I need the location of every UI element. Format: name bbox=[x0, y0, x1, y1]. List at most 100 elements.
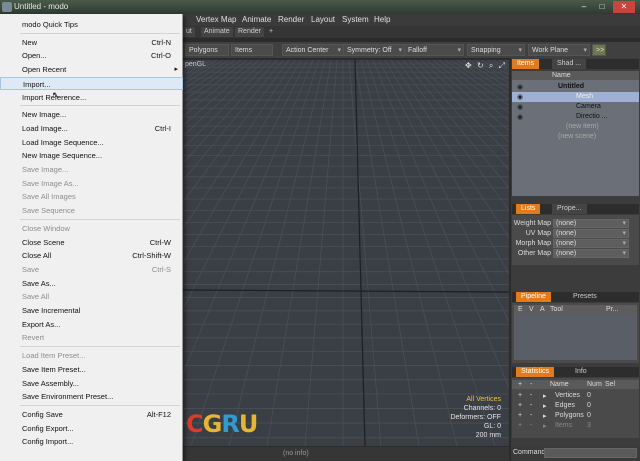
tab-info[interactable]: Info bbox=[570, 367, 592, 377]
minimize-button[interactable]: – bbox=[576, 1, 592, 13]
stat-row[interactable]: + - ▸ Vertices 0 bbox=[512, 391, 639, 400]
menu-render[interactable]: Render bbox=[278, 15, 304, 24]
new-item-row[interactable]: (new item) bbox=[512, 122, 639, 132]
menu-item-config-import[interactable]: Config Import... bbox=[0, 435, 183, 448]
more-button[interactable]: >> bbox=[592, 44, 606, 56]
menu-item-close-scene[interactable]: Close Scene Ctrl-W bbox=[0, 236, 183, 249]
menu-item-load-image[interactable]: Load Image... Ctrl-I bbox=[0, 122, 183, 135]
symmetry-dropdown[interactable]: Symmetry: Off bbox=[343, 44, 405, 57]
viewport-grid bbox=[183, 60, 509, 446]
menu-item-save-environment-preset[interactable]: Save Environment Preset... bbox=[0, 390, 183, 403]
rotate-icon[interactable]: ↻ bbox=[477, 61, 484, 70]
menu-item-save-incremental[interactable]: Save Incremental bbox=[0, 304, 183, 317]
stat-row[interactable]: + - ▸ Edges 0 bbox=[512, 401, 639, 410]
visibility-icon[interactable]: ◉ bbox=[517, 103, 525, 111]
tab-items[interactable]: Items bbox=[512, 59, 540, 69]
tab-statistics[interactable]: Statistics bbox=[516, 367, 555, 377]
menu-item-modo-quick-tips[interactable]: modo Quick Tips bbox=[0, 18, 183, 31]
snapping-label: Snapping bbox=[471, 47, 501, 54]
layout-tabs: ut Animate Render + bbox=[183, 26, 640, 38]
menu-item-save-item-preset[interactable]: Save Item Preset... bbox=[0, 363, 183, 376]
menu-item-revert[interactable]: Revert bbox=[0, 331, 183, 344]
menu-layout[interactable]: Layout bbox=[311, 15, 335, 24]
menu-item-save-sequence[interactable]: Save Sequence bbox=[0, 204, 183, 217]
maximize-icon[interactable]: ⤢ bbox=[499, 61, 505, 70]
logo-r: R bbox=[221, 410, 240, 438]
menu-item-close-window[interactable]: Close Window bbox=[0, 222, 183, 235]
menu-item-new-image[interactable]: New Image... bbox=[0, 108, 183, 121]
map-select[interactable]: (none) bbox=[553, 249, 629, 258]
items-button[interactable]: Items bbox=[231, 44, 273, 56]
menu-vertex-map[interactable]: Vertex Map bbox=[196, 15, 236, 24]
menu-item-save-image[interactable]: Save Image... bbox=[0, 163, 183, 176]
command-input[interactable] bbox=[544, 448, 637, 458]
map-select[interactable]: (none) bbox=[553, 239, 629, 248]
items-list[interactable]: ◉ Untitled ◉ Mesh ◉ Camera ◉ Directio ... (n… bbox=[512, 80, 639, 196]
3d-viewport[interactable]: penGL ✥ ↻ ⌕ ⤢ CGRU All Vertices Channels… bbox=[183, 60, 509, 446]
zoom-icon[interactable]: ⌕ bbox=[489, 61, 493, 70]
item-label: (new scene) bbox=[558, 133, 597, 140]
uv-map-row[interactable]: UV Map (none) bbox=[512, 229, 639, 238]
item-label: (new item) bbox=[566, 123, 599, 130]
menu-item-new-image-sequence[interactable]: New Image Sequence... bbox=[0, 149, 183, 162]
menu-item-load-item-preset[interactable]: Load Item Preset... bbox=[0, 349, 183, 362]
menu-item-export-as[interactable]: Export As... bbox=[0, 318, 183, 331]
app-icon bbox=[2, 2, 12, 12]
close-button[interactable]: ✕ bbox=[613, 1, 635, 13]
menu-item-load-image-sequence[interactable]: Load Image Sequence... bbox=[0, 136, 183, 149]
tab-pipeline[interactable]: Pipeline bbox=[516, 292, 551, 302]
menu-item-open-recent[interactable]: Open Recent ▸ bbox=[0, 63, 183, 76]
menu-item-label: Config Export... bbox=[22, 423, 74, 433]
morph-map-row[interactable]: Morph Map (none) bbox=[512, 239, 639, 248]
menu-system[interactable]: System bbox=[342, 15, 369, 24]
menu-item-save-all[interactable]: Save All bbox=[0, 290, 183, 303]
maximize-button[interactable]: □ bbox=[594, 1, 610, 13]
item-row[interactable]: ◉ Untitled bbox=[512, 82, 639, 92]
menu-item-save-as[interactable]: Save As... bbox=[0, 277, 183, 290]
tab-properties[interactable]: Prope... bbox=[552, 204, 587, 214]
stat-row[interactable]: + - ▸ Items 3 bbox=[512, 421, 639, 430]
polygons-button[interactable]: Polygons bbox=[185, 44, 229, 56]
menu-item-save-image-as[interactable]: Save Image As... bbox=[0, 177, 183, 190]
tab-presets[interactable]: Presets bbox=[568, 292, 602, 302]
item-row[interactable]: ◉ Directio ... bbox=[512, 112, 639, 122]
menu-item-config-save[interactable]: Config Save Alt-F12 bbox=[0, 408, 183, 421]
work-plane-dropdown[interactable]: Work Plane bbox=[528, 44, 590, 57]
menu-item-save[interactable]: Save Ctrl-S bbox=[0, 263, 183, 276]
menu-item-open[interactable]: Open... Ctrl-O bbox=[0, 49, 183, 62]
tab-shading[interactable]: Shad ... bbox=[552, 59, 587, 69]
falloff-dropdown[interactable]: Falloff bbox=[404, 44, 464, 57]
move-icon[interactable]: ✥ bbox=[465, 61, 472, 70]
menu-item-close-all[interactable]: Close All Ctrl-Shift-W bbox=[0, 249, 183, 262]
menu-separator bbox=[20, 404, 180, 406]
item-row[interactable]: ◉ Mesh bbox=[512, 92, 639, 102]
item-row[interactable]: ◉ Camera bbox=[512, 102, 639, 112]
menu-item-save-assembly[interactable]: Save Assembly... bbox=[0, 377, 183, 390]
action-center-dropdown[interactable]: Action Center bbox=[282, 44, 344, 57]
items-tabs: Items Shad ... bbox=[512, 59, 639, 69]
map-select[interactable]: (none) bbox=[553, 219, 629, 228]
menu-animate[interactable]: Animate bbox=[242, 15, 271, 24]
visibility-icon[interactable]: ◉ bbox=[517, 83, 525, 91]
snapping-dropdown[interactable]: Snapping bbox=[467, 44, 525, 57]
menu-item-config-export[interactable]: Config Export... bbox=[0, 422, 183, 435]
visibility-icon[interactable]: ◉ bbox=[517, 113, 525, 121]
map-select[interactable]: (none) bbox=[553, 229, 629, 238]
visibility-icon[interactable]: ◉ bbox=[517, 93, 525, 101]
menu-item-new[interactable]: New Ctrl-N bbox=[0, 36, 183, 49]
new-scene-row[interactable]: (new scene) bbox=[512, 132, 639, 142]
menu-item-label: Save Assembly... bbox=[22, 378, 79, 388]
tab-lists[interactable]: Lists bbox=[516, 204, 541, 214]
menu-item-import[interactable]: Import... bbox=[0, 76, 183, 90]
tab-render[interactable]: Render bbox=[235, 27, 264, 37]
tab-add[interactable]: + bbox=[266, 27, 276, 37]
pipeline-list[interactable] bbox=[514, 314, 637, 360]
other-map-row[interactable]: Other Map (none) bbox=[512, 249, 639, 258]
stat-row[interactable]: + - ▸ Polygons 0 bbox=[512, 411, 639, 420]
menu-help[interactable]: Help bbox=[374, 15, 390, 24]
weight-map-row[interactable]: Weight Map (none) bbox=[512, 219, 639, 228]
tab-partial[interactable]: ut bbox=[183, 27, 195, 37]
menu-item-import-reference[interactable]: Import Reference... bbox=[0, 91, 183, 104]
menu-item-save-all-images[interactable]: Save All Images bbox=[0, 190, 183, 203]
tab-animate[interactable]: Animate bbox=[201, 27, 233, 37]
